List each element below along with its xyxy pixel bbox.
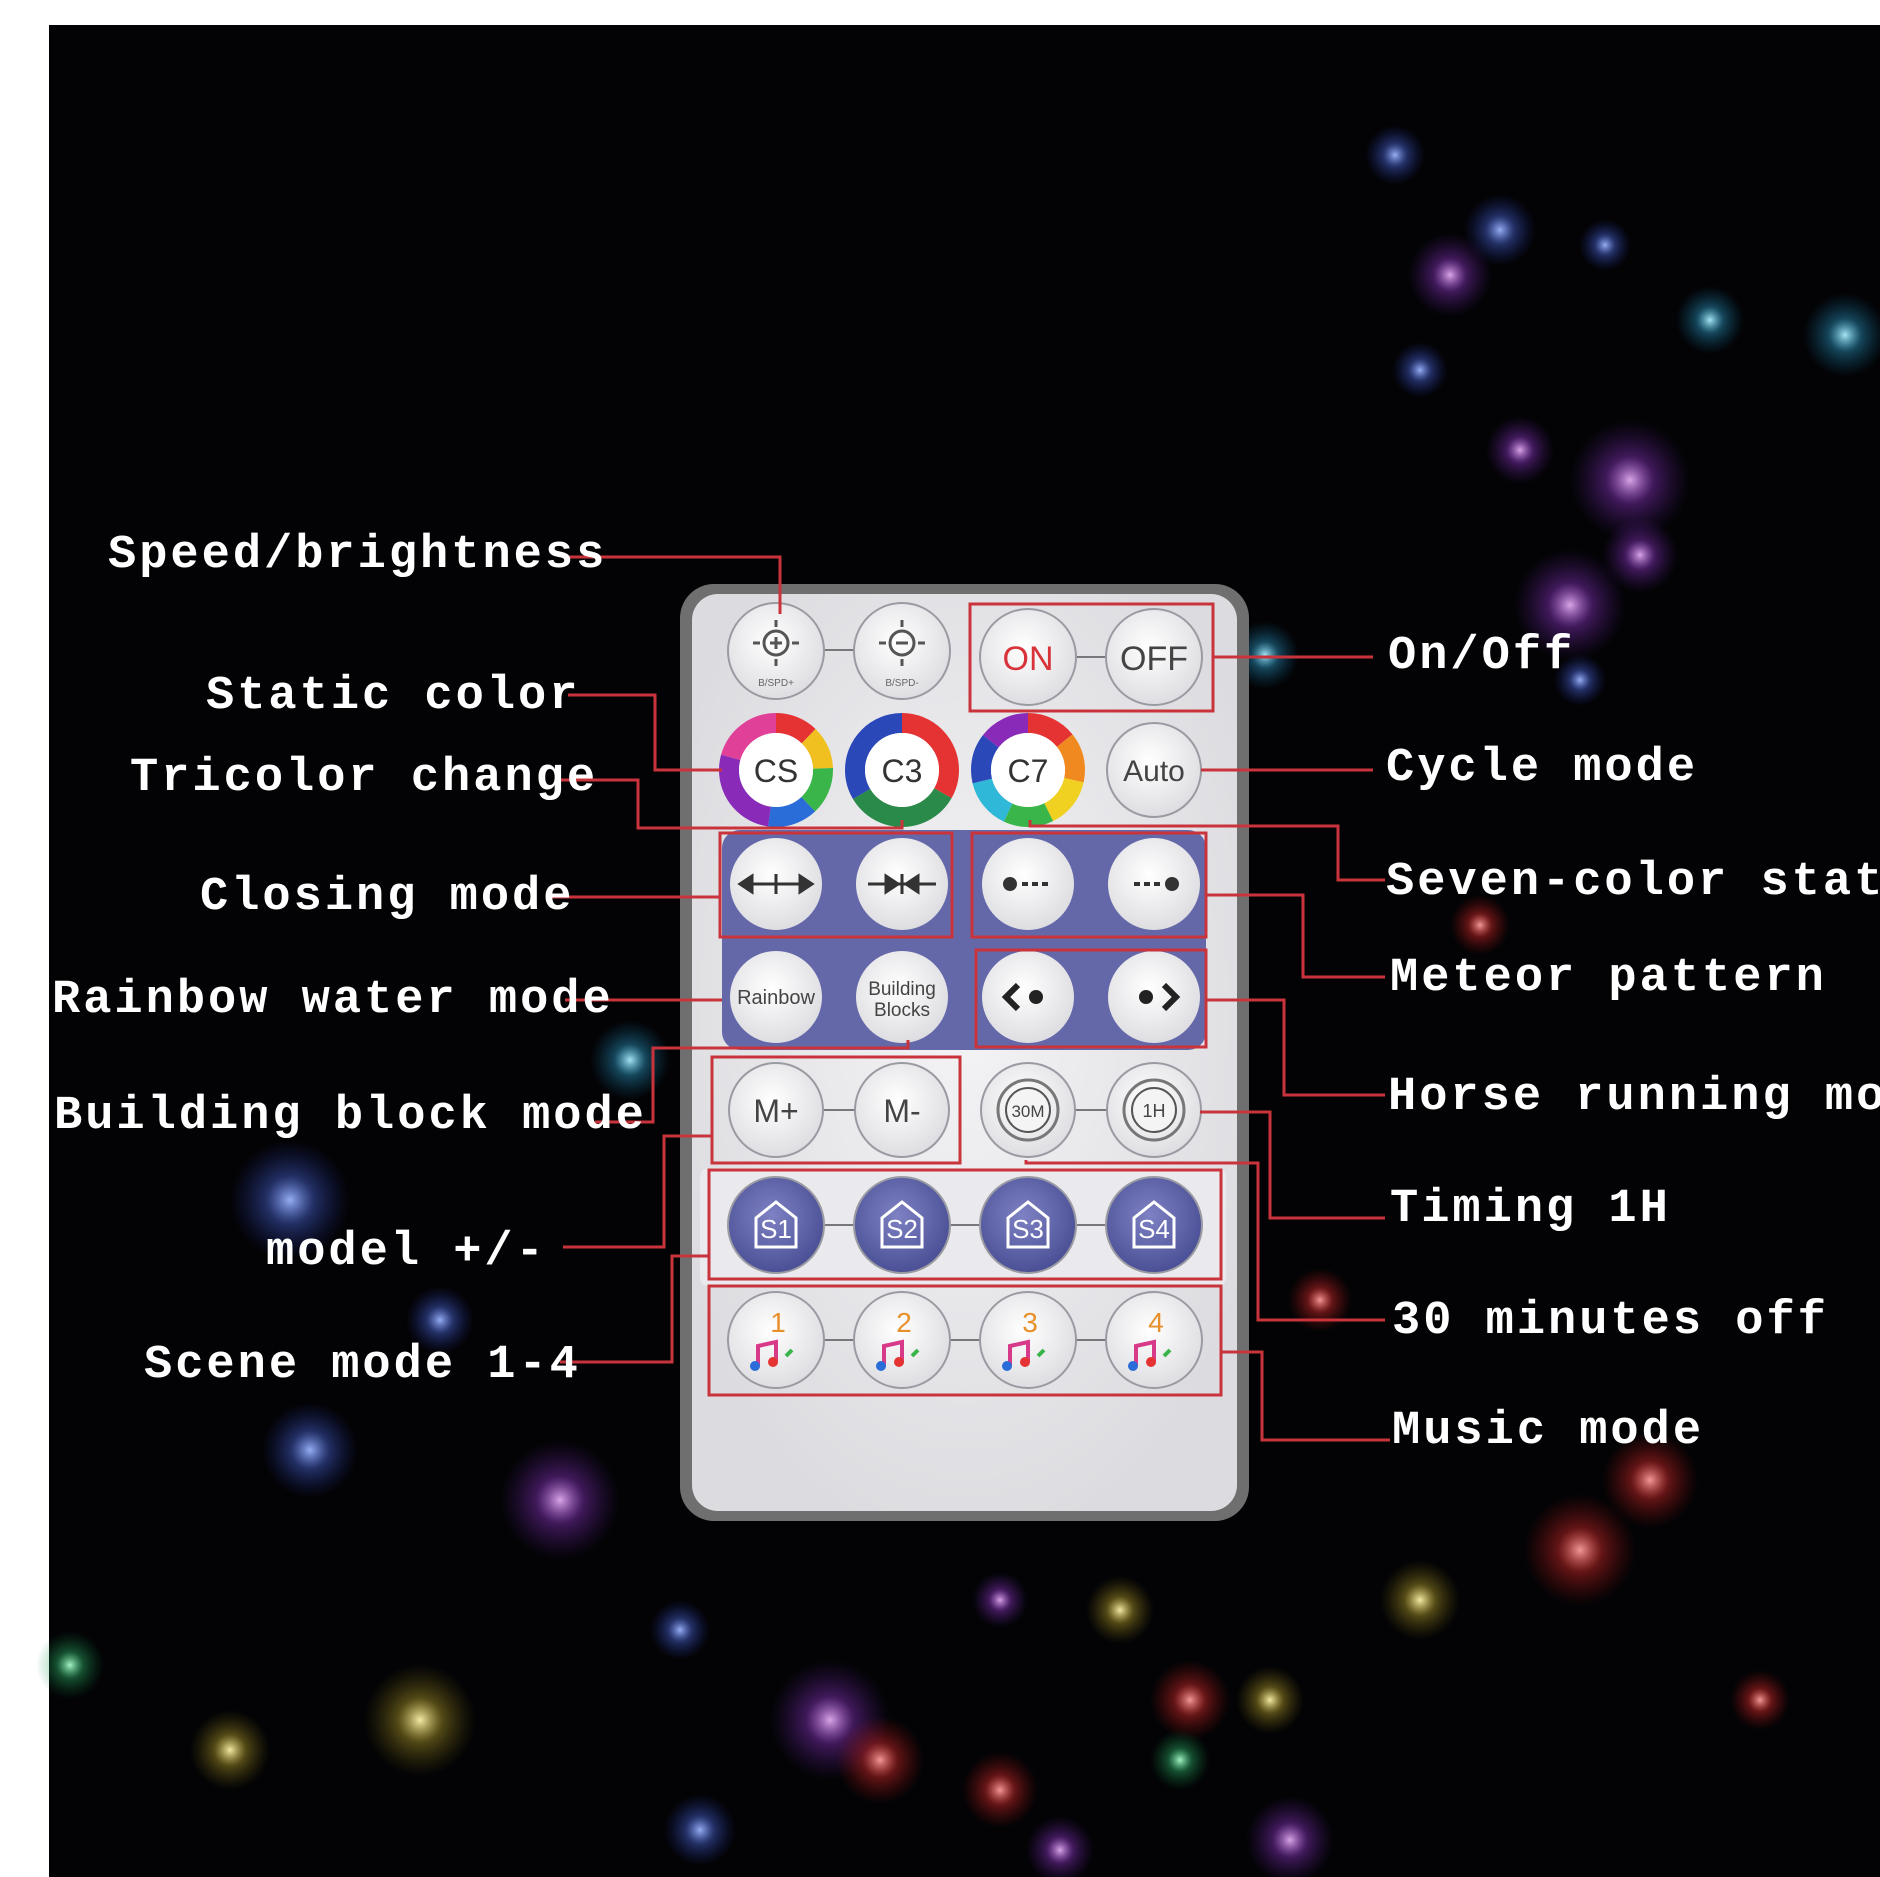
scene-3-button[interactable]: S3 bbox=[979, 1176, 1077, 1274]
cs-button[interactable]: CS bbox=[719, 713, 833, 827]
brightness-down-button[interactable]: B/SPD- bbox=[853, 602, 951, 700]
building-button-label-1: Building bbox=[868, 979, 936, 1000]
timer-1h-label: 1H bbox=[1142, 1101, 1165, 1121]
label-horse-running-mode: Horse running mode bbox=[1388, 1071, 1880, 1124]
c7-button[interactable]: C7 bbox=[971, 713, 1085, 827]
label-meteor-pattern: Meteor pattern bbox=[1390, 952, 1827, 1005]
timer-30m-button[interactable]: 30M bbox=[980, 1062, 1076, 1158]
label-seven-color-static: Seven-color static bbox=[1386, 856, 1880, 909]
label-building-block-mode: Building block mode bbox=[54, 1090, 647, 1143]
music-1-label: 1 bbox=[770, 1307, 786, 1338]
dot-icon bbox=[1029, 990, 1043, 1004]
remote-diagram: B/SPD+ B/SPD- ON OFF CS C3 C7 Auto Rainb… bbox=[36, 25, 1880, 1877]
music-3-button[interactable]: 3 bbox=[979, 1291, 1077, 1389]
dot-icon bbox=[1139, 990, 1153, 1004]
auto-button[interactable]: Auto bbox=[1106, 722, 1202, 818]
label-scene-mode: Scene mode 1-4 bbox=[144, 1339, 581, 1392]
horse-left-button[interactable] bbox=[982, 951, 1074, 1043]
c3-button[interactable]: C3 bbox=[845, 713, 959, 827]
cs-button-label: CS bbox=[754, 753, 798, 789]
brightness-up-button[interactable]: B/SPD+ bbox=[727, 602, 825, 700]
auto-button-label: Auto bbox=[1123, 755, 1185, 788]
music-2-label: 2 bbox=[896, 1307, 912, 1338]
close-arrows-button[interactable] bbox=[856, 838, 948, 930]
label-closing-mode: Closing mode bbox=[200, 871, 575, 924]
rainbow-button-label: Rainbow bbox=[737, 987, 815, 1009]
model-minus-label: M- bbox=[883, 1093, 920, 1129]
label-music-mode: Music mode bbox=[1392, 1405, 1705, 1458]
meteor-left-button[interactable] bbox=[982, 838, 1074, 930]
model-plus-label: M+ bbox=[753, 1093, 798, 1129]
on-button-label: ON bbox=[1003, 640, 1054, 678]
building-button-label-2: Blocks bbox=[874, 1000, 930, 1021]
meteor-right-button[interactable] bbox=[1108, 838, 1200, 930]
music-4-button[interactable]: 4 bbox=[1105, 1291, 1203, 1389]
music-3-label: 3 bbox=[1022, 1307, 1038, 1338]
label-cycle-mode: Cycle mode bbox=[1386, 742, 1699, 795]
label-on-off: On/Off bbox=[1388, 630, 1576, 683]
music-2-button[interactable]: 2 bbox=[853, 1291, 951, 1389]
timer-1h-button[interactable]: 1H bbox=[1106, 1062, 1202, 1158]
label-30-minutes-off: 30 minutes off bbox=[1392, 1295, 1829, 1348]
timer-30m-label: 30M bbox=[1011, 1102, 1044, 1121]
scene-1-button[interactable]: S1 bbox=[727, 1176, 825, 1274]
brightness-down-sub: B/SPD- bbox=[885, 678, 918, 689]
arrows-outward-icon bbox=[737, 873, 815, 895]
label-model-plus-minus: model +/- bbox=[266, 1226, 547, 1279]
c3-button-label: C3 bbox=[882, 753, 923, 789]
model-plus-button[interactable]: M+ bbox=[728, 1062, 824, 1158]
off-button[interactable]: OFF bbox=[1105, 608, 1203, 706]
horse-right-button[interactable] bbox=[1108, 951, 1200, 1043]
diagram-canvas: B/SPD+ B/SPD- ON OFF CS C3 C7 Auto Rainb… bbox=[0, 0, 1880, 1877]
scene-4-button[interactable]: S4 bbox=[1105, 1176, 1203, 1274]
open-arrows-button[interactable] bbox=[730, 838, 822, 930]
scene-3-label: S3 bbox=[1012, 1214, 1044, 1244]
building-blocks-button[interactable]: Building Blocks bbox=[856, 951, 948, 1043]
on-button[interactable]: ON bbox=[979, 608, 1077, 706]
label-static-color: Static color bbox=[206, 670, 581, 723]
music-4-label: 4 bbox=[1148, 1307, 1164, 1338]
off-button-label: OFF bbox=[1120, 640, 1188, 678]
scene-2-button[interactable]: S2 bbox=[853, 1176, 951, 1274]
rainbow-button[interactable]: Rainbow bbox=[730, 951, 822, 1043]
label-timing-1h: Timing 1H bbox=[1390, 1183, 1671, 1236]
music-1-button[interactable]: 1 bbox=[727, 1291, 825, 1389]
c7-button-label: C7 bbox=[1008, 753, 1049, 789]
scene-4-label: S4 bbox=[1138, 1214, 1170, 1244]
label-rainbow-water-mode: Rainbow water mode bbox=[52, 974, 614, 1027]
scene-1-label: S1 bbox=[760, 1214, 792, 1244]
label-speed-brightness: Speed/brightness bbox=[108, 529, 608, 582]
label-tricolor-change: Tricolor change bbox=[130, 752, 599, 805]
brightness-up-sub: B/SPD+ bbox=[758, 678, 794, 689]
scene-2-label: S2 bbox=[886, 1214, 918, 1244]
model-minus-button[interactable]: M- bbox=[854, 1062, 950, 1158]
